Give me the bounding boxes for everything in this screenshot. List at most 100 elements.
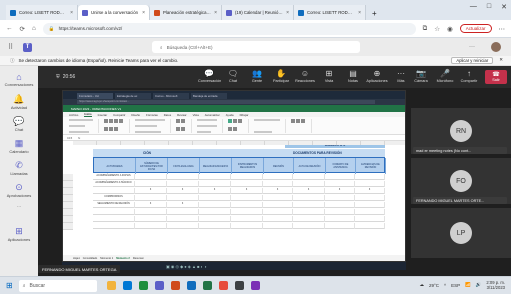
table-cell[interactable] bbox=[263, 174, 293, 180]
table-cell[interactable]: 3 bbox=[135, 202, 167, 208]
table-cell[interactable] bbox=[355, 223, 385, 229]
table-cell[interactable] bbox=[263, 223, 293, 229]
table-cell[interactable] bbox=[93, 223, 135, 229]
taskbar-app-icon[interactable] bbox=[250, 281, 260, 290]
table-cell[interactable] bbox=[167, 181, 199, 187]
table-cell[interactable]: ACOMPAÑAMIENTO A TÉCNICO bbox=[93, 181, 135, 187]
clock[interactable]: 2:09 p. m. 3/11/2023 bbox=[486, 280, 505, 290]
menu-icon[interactable]: ⋯ bbox=[499, 25, 506, 33]
table-cell[interactable] bbox=[293, 216, 325, 222]
meeting-control-10[interactable]: 🎤 Micrófono bbox=[434, 69, 456, 83]
close-tab-icon[interactable]: × bbox=[70, 10, 73, 16]
table-cell[interactable] bbox=[135, 181, 167, 187]
table-cell[interactable] bbox=[263, 202, 293, 208]
table-cell[interactable] bbox=[263, 181, 293, 187]
windows-start-icon[interactable]: ⊞ bbox=[6, 281, 13, 290]
table-cell[interactable] bbox=[199, 209, 231, 215]
table-cell[interactable] bbox=[293, 202, 325, 208]
table-cell[interactable] bbox=[135, 223, 167, 229]
table-cell[interactable] bbox=[231, 209, 263, 215]
table-cell[interactable] bbox=[293, 209, 325, 215]
rail-item[interactable]: ✆ Llamadas bbox=[0, 160, 38, 176]
table-cell[interactable] bbox=[231, 202, 263, 208]
table-cell[interactable]: ACOMPAÑAMIENTO A FICHAS bbox=[93, 174, 135, 180]
search-input[interactable]: ⌕ Búsqueda (Ctrl+Alt+E) bbox=[152, 41, 360, 53]
table-cell[interactable]: 3 bbox=[231, 188, 263, 194]
table-cell[interactable] bbox=[167, 195, 199, 201]
table-cell[interactable] bbox=[93, 216, 135, 222]
taskbar-search[interactable]: ⌕ Buscar bbox=[18, 279, 97, 292]
table-cell[interactable]: 3 bbox=[167, 202, 199, 208]
table-cell[interactable] bbox=[325, 181, 355, 187]
meeting-control-6[interactable]: ▤ Notas bbox=[342, 69, 364, 83]
table-cell[interactable] bbox=[199, 216, 231, 222]
table-cell[interactable] bbox=[355, 209, 385, 215]
taskbar-app-icon[interactable] bbox=[186, 281, 196, 290]
table-cell[interactable] bbox=[325, 223, 355, 229]
table-cell[interactable] bbox=[93, 209, 135, 215]
taskbar-app-icon[interactable] bbox=[218, 281, 228, 290]
table-cell[interactable] bbox=[325, 174, 355, 180]
taskbar-app-icon[interactable] bbox=[122, 281, 132, 290]
sheet-tab[interactable]: Momento 2 bbox=[116, 257, 130, 260]
meeting-control-2[interactable]: 👥 Gente bbox=[246, 69, 268, 83]
sheet-tab[interactable]: Consolidado bbox=[83, 257, 97, 260]
table-cell[interactable] bbox=[231, 181, 263, 187]
table-cell[interactable] bbox=[93, 188, 135, 194]
app-launcher-icon[interactable]: ⠿ bbox=[8, 43, 13, 51]
taskbar-app-icon[interactable] bbox=[234, 281, 244, 290]
meeting-control-0[interactable]: 💬 Conversación bbox=[198, 69, 221, 83]
table-cell[interactable] bbox=[293, 195, 325, 201]
table-cell[interactable]: SEGUIMIENTO DE REUNIÓN bbox=[93, 202, 135, 208]
rail-item[interactable]: ⌂ Conversaciones bbox=[0, 72, 38, 87]
meeting-control-5[interactable]: ⊞ Vista bbox=[318, 69, 340, 83]
table-cell[interactable] bbox=[293, 223, 325, 229]
table-cell[interactable] bbox=[231, 216, 263, 222]
browser-tab[interactable]: Correo: LISETT RODRIGUEZ R× bbox=[6, 5, 78, 20]
table-cell[interactable] bbox=[199, 195, 231, 201]
extensions-icon[interactable]: ⧉ bbox=[423, 25, 428, 33]
table-cell[interactable]: 3 bbox=[325, 188, 355, 194]
table-cell[interactable] bbox=[135, 174, 167, 180]
taskbar-app-icon[interactable] bbox=[138, 281, 148, 290]
meeting-control-3[interactable]: ✋ Participar bbox=[270, 69, 292, 83]
table-cell[interactable]: 3 bbox=[355, 188, 385, 194]
table-cell[interactable] bbox=[355, 174, 385, 180]
taskbar-app-icon[interactable] bbox=[154, 281, 164, 290]
leave-button[interactable]: ☎ Salir bbox=[485, 70, 507, 84]
table-cell[interactable]: 3 bbox=[135, 188, 167, 194]
table-cell[interactable] bbox=[263, 195, 293, 201]
meeting-control-9[interactable]: 📷 Cámara bbox=[410, 69, 432, 83]
dismiss-info-button[interactable]: ✕ bbox=[499, 57, 503, 64]
sheet-tab[interactable]: Hoja1 bbox=[73, 257, 80, 260]
table-cell[interactable] bbox=[199, 202, 231, 208]
close-window-button[interactable]: ✕ bbox=[501, 3, 507, 11]
browser-tab[interactable]: Unirse a la conversación × bbox=[78, 5, 150, 20]
meeting-control-7[interactable]: ⊕ Aplicaciones bbox=[366, 69, 388, 83]
close-tab-icon[interactable]: × bbox=[358, 10, 361, 16]
table-cell[interactable] bbox=[325, 209, 355, 215]
table-cell[interactable]: 3 bbox=[199, 188, 231, 194]
table-cell[interactable] bbox=[293, 174, 325, 180]
table-cell[interactable] bbox=[325, 202, 355, 208]
table-cell[interactable] bbox=[263, 216, 293, 222]
close-tab-icon[interactable]: × bbox=[286, 10, 289, 16]
minimize-button[interactable]: — bbox=[470, 3, 477, 11]
table-cell[interactable] bbox=[167, 209, 199, 215]
taskbar-app-icon[interactable] bbox=[170, 281, 180, 290]
meeting-control-4[interactable]: ☺ Reacciones bbox=[294, 69, 316, 83]
profile-icon[interactable]: ◉ bbox=[447, 25, 453, 33]
table-cell[interactable]: COMPROMISOS bbox=[93, 195, 135, 201]
rail-item[interactable]: 🔔 Actividad bbox=[0, 94, 38, 110]
rail-item[interactable]: ▦ Calendario bbox=[0, 138, 38, 154]
rail-item[interactable]: ··· bbox=[0, 204, 38, 209]
table-cell[interactable] bbox=[231, 195, 263, 201]
wifi-icon[interactable]: 📶 bbox=[465, 282, 471, 288]
table-cell[interactable] bbox=[167, 216, 199, 222]
table-cell[interactable] bbox=[231, 223, 263, 229]
meeting-control-1[interactable]: 🗨 Chat bbox=[222, 69, 244, 83]
meeting-control-11[interactable]: ↑ Compartir bbox=[458, 69, 480, 83]
volume-icon[interactable]: 🔊 bbox=[476, 282, 482, 288]
url-field[interactable]: 🔒 https://teams.microsoft.com/v2/ bbox=[42, 22, 416, 35]
new-tab-button[interactable]: + bbox=[366, 9, 383, 18]
